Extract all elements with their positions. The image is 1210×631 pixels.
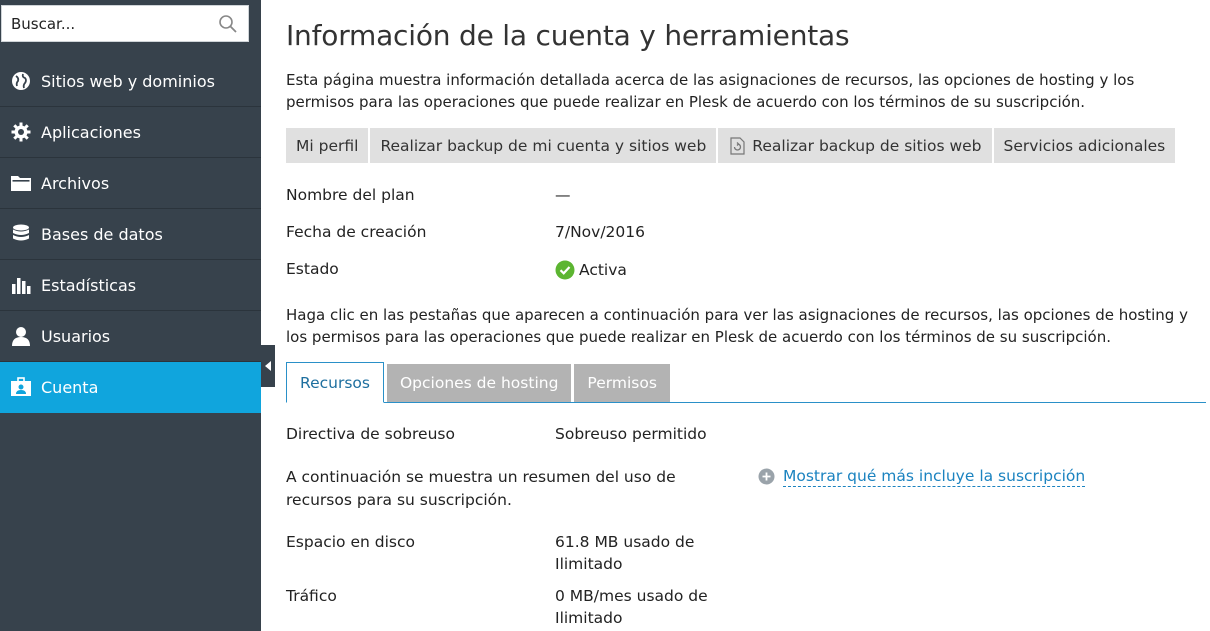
my-profile-label: Mi perfil <box>296 136 359 155</box>
sidebar-collapse-handle[interactable] <box>261 345 275 387</box>
sidebar-item-label: Sitios web y dominios <box>41 71 215 91</box>
plus-circle-icon <box>758 468 775 485</box>
tab-bar: Recursos Opciones de hosting Permisos <box>286 362 1206 403</box>
traffic-value: 0 MB/mes usado de Ilimitado <box>555 587 708 627</box>
created-row: Fecha de creación 7/Nov/2016 <box>286 223 645 241</box>
gear-icon <box>0 122 41 142</box>
sidebar-item-account[interactable]: Cuenta <box>0 362 261 413</box>
plan-row: Nombre del plan — <box>286 186 571 204</box>
sidebar-item-label: Bases de datos <box>41 224 163 244</box>
plan-value: — <box>555 186 571 204</box>
bar-chart-icon <box>0 275 41 295</box>
search-input[interactable] <box>2 6 208 41</box>
status-badge: Activa <box>555 260 627 280</box>
show-more-label: Mostrar qué más incluye la suscripción <box>783 467 1086 487</box>
status-row: Estado Activa <box>286 260 627 280</box>
created-label: Fecha de creación <box>286 223 427 241</box>
sidebar-item-statistics[interactable]: Estadísticas <box>0 260 261 311</box>
folder-icon <box>0 174 41 192</box>
overuse-value: Sobreuso permitido <box>555 425 707 443</box>
tabs-intro: Haga clic en las pestañas que aparecen a… <box>286 306 1188 346</box>
sidebar-item-label: Estadísticas <box>41 275 137 295</box>
sidebar-nav: Sitios web y dominios Aplicaciones Archi… <box>0 56 261 413</box>
tab-hosting-options[interactable]: Opciones de hosting <box>386 364 572 402</box>
plan-label: Nombre del plan <box>286 186 415 204</box>
status-label: Estado <box>286 260 339 278</box>
search-box <box>1 5 249 42</box>
check-circle-icon <box>555 260 575 280</box>
tab-permissions[interactable]: Permisos <box>574 364 670 402</box>
disk-value: 61.8 MB usado de Ilimitado <box>555 533 695 573</box>
search-icon[interactable] <box>208 6 248 41</box>
database-icon <box>0 224 41 244</box>
show-more-link[interactable]: Mostrar qué más incluye la suscripción <box>758 466 1086 487</box>
sidebar-item-label: Usuarios <box>41 326 111 346</box>
sidebar-item-label: Archivos <box>41 173 110 193</box>
overuse-label: Directiva de sobreuso <box>286 425 455 443</box>
user-icon <box>0 326 41 346</box>
backup-sites-button[interactable]: Realizar backup de sitios web <box>718 128 994 163</box>
sidebar-item-files[interactable]: Archivos <box>0 158 261 209</box>
status-value: Activa <box>579 261 627 279</box>
my-profile-button[interactable]: Mi perfil <box>286 128 371 163</box>
sidebar-item-databases[interactable]: Bases de datos <box>0 209 261 260</box>
extra-services-label: Servicios adicionales <box>1003 136 1166 155</box>
extra-services-button[interactable]: Servicios adicionales <box>993 128 1176 163</box>
backup-account-button[interactable]: Realizar backup de mi cuenta y sitios we… <box>370 128 719 163</box>
account-icon <box>0 377 41 397</box>
overuse-row: Directiva de sobreuso Sobreuso permitido <box>286 423 707 445</box>
sidebar-item-label: Aplicaciones <box>41 122 141 142</box>
sidebar-item-websites[interactable]: Sitios web y dominios <box>0 56 261 107</box>
disk-label: Espacio en disco <box>286 533 415 551</box>
resource-summary: A continuación se muestra un resumen del… <box>286 468 676 509</box>
tab-resources[interactable]: Recursos <box>286 362 384 403</box>
backup-icon <box>728 136 746 155</box>
traffic-label: Tráfico <box>286 587 337 605</box>
page-intro: Esta página muestra información detallad… <box>286 71 1135 111</box>
sidebar-item-label: Cuenta <box>41 377 99 397</box>
disk-row: Espacio en disco 61.8 MB usado de Ilimit… <box>286 531 715 575</box>
globe-icon <box>0 71 41 91</box>
sidebar-item-applications[interactable]: Aplicaciones <box>0 107 261 158</box>
traffic-row: Tráfico 0 MB/mes usado de Ilimitado <box>286 585 715 629</box>
page-title: Información de la cuenta y herramientas <box>286 19 850 52</box>
toolbar: Mi perfil Realizar backup de mi cuenta y… <box>286 128 1176 163</box>
sidebar: Sitios web y dominios Aplicaciones Archi… <box>0 0 261 631</box>
backup-sites-label: Realizar backup de sitios web <box>752 136 982 155</box>
created-value: 7/Nov/2016 <box>555 223 646 241</box>
backup-account-label: Realizar backup de mi cuenta y sitios we… <box>380 136 707 155</box>
sidebar-item-users[interactable]: Usuarios <box>0 311 261 362</box>
